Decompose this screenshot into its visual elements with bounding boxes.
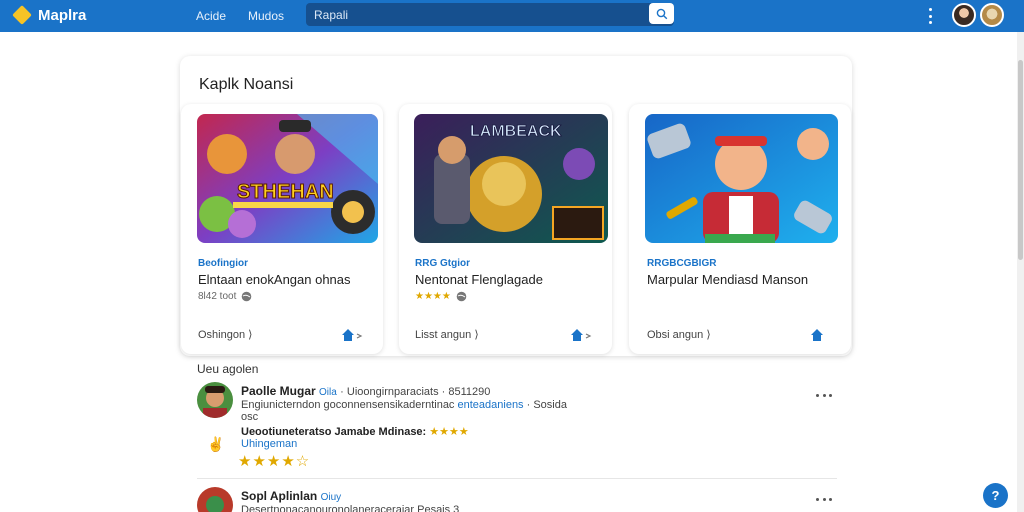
search-button[interactable] xyxy=(649,3,674,24)
game-card-3-home-icon[interactable] xyxy=(810,328,826,342)
game-card-2-home-icon[interactable] xyxy=(570,328,592,342)
game-card-1-meta: 8l42 toot xyxy=(198,291,252,302)
globe-icon xyxy=(242,291,252,302)
review-1-star-rating[interactable]: ★★★★☆ xyxy=(238,452,310,470)
nav-link-mudos[interactable]: Mudos xyxy=(248,9,284,23)
scrollbar-thumb[interactable] xyxy=(1018,60,1023,260)
globe-icon xyxy=(456,291,467,302)
more-options-icon[interactable] xyxy=(926,8,934,24)
game-card-2-image[interactable]: LAMBEACK xyxy=(414,114,608,243)
section-title: Kaplk Noansi xyxy=(199,76,294,93)
review-1-author[interactable]: Paolle Mugar xyxy=(241,384,316,398)
review-1-text-line-2: osc xyxy=(241,411,259,423)
review-1-rating-stars: ★★★★ xyxy=(429,426,469,438)
game-card-3-action[interactable]: Obsi angun ⟩ xyxy=(647,328,711,341)
review-2-author-tag: Oiuy xyxy=(320,492,342,503)
game-card-2-title[interactable]: Nentonat Flenglagade xyxy=(415,272,543,287)
review-1-text-line: Engiunicterndon goconnensensikaderntinac… xyxy=(241,399,567,411)
nav-link-acide[interactable]: Acide xyxy=(196,9,226,23)
review-1-text-link[interactable]: enteadaniens xyxy=(458,399,524,411)
review-divider xyxy=(197,478,837,479)
review-1-header: Paolle Mugar Oila · Uioongirnparaciats ·… xyxy=(241,384,490,398)
review-1-text-b: · Sosida xyxy=(526,399,567,411)
game-card-1-image[interactable]: STHEHAN xyxy=(197,114,378,243)
game-card-2-tag: RRG Gtgior xyxy=(415,258,470,269)
game-card-3-tag: RRGBCGBIGR xyxy=(647,258,717,269)
game-card-3-title[interactable]: Marpular Mendiasd Manson xyxy=(647,272,808,287)
review-1-more-icon[interactable] xyxy=(816,394,832,398)
help-button[interactable]: ? xyxy=(983,483,1008,508)
search-bar xyxy=(306,3,674,26)
game-card-1-home-icon[interactable] xyxy=(341,328,363,342)
game-card-3-image[interactable] xyxy=(645,114,838,243)
game-card-1-tag: Beofingior xyxy=(198,258,248,269)
review-2-avatar[interactable] xyxy=(197,487,233,512)
review-1-status[interactable]: Uhingeman xyxy=(241,438,297,450)
game-card-2-banner-text: LAMBEACK xyxy=(470,123,562,140)
game-card-2-rating: ★★★★ xyxy=(415,291,451,302)
game-card-1-banner-text: STHEHAN xyxy=(237,181,334,203)
logo-diamond-icon xyxy=(12,5,32,25)
search-icon xyxy=(656,8,667,19)
review-2-header: Sopl Aplinlan Oiuy xyxy=(241,489,341,503)
game-card-1-action[interactable]: Oshingon ⟩ xyxy=(198,328,252,341)
game-card-1-meta-text: 8l42 toot xyxy=(198,291,237,302)
account-avatar[interactable] xyxy=(980,3,1004,27)
review-1-subtitle: · Uioongirnparaciats · 8511290 xyxy=(340,386,491,398)
app-logo[interactable]: Maplra xyxy=(12,5,86,25)
review-1-author-tag: Oila xyxy=(319,387,337,398)
review-1-avatar[interactable] xyxy=(197,382,233,418)
thumbs-icon[interactable]: ✌ xyxy=(207,436,224,453)
review-2-author[interactable]: Sopl Aplinlan xyxy=(241,489,317,503)
logo-text: Maplra xyxy=(38,6,87,24)
game-card-1-title[interactable]: Elntaan enokAngan ohnas xyxy=(198,272,351,287)
user-avatar[interactable] xyxy=(952,3,976,27)
review-2-more-icon[interactable] xyxy=(816,498,832,502)
game-card-2-meta: ★★★★ xyxy=(415,291,467,302)
game-card-2-action[interactable]: Lisst angun ⟩ xyxy=(415,328,479,341)
review-2-text-line: Desertnonacanouronolaneraceraiar Pesais … xyxy=(241,504,460,512)
review-1-rating-label: Ueootiuneteratso Jamabe Mdinase: xyxy=(241,426,427,438)
reviews-heading: Ueu agolen xyxy=(197,362,259,376)
search-input[interactable] xyxy=(306,3,646,26)
review-1-rating-line: Ueootiuneteratso Jamabe Mdinase: ★★★★ xyxy=(241,425,469,438)
review-1-text-a: Engiunicterndon goconnensensikaderntinac xyxy=(241,399,455,411)
